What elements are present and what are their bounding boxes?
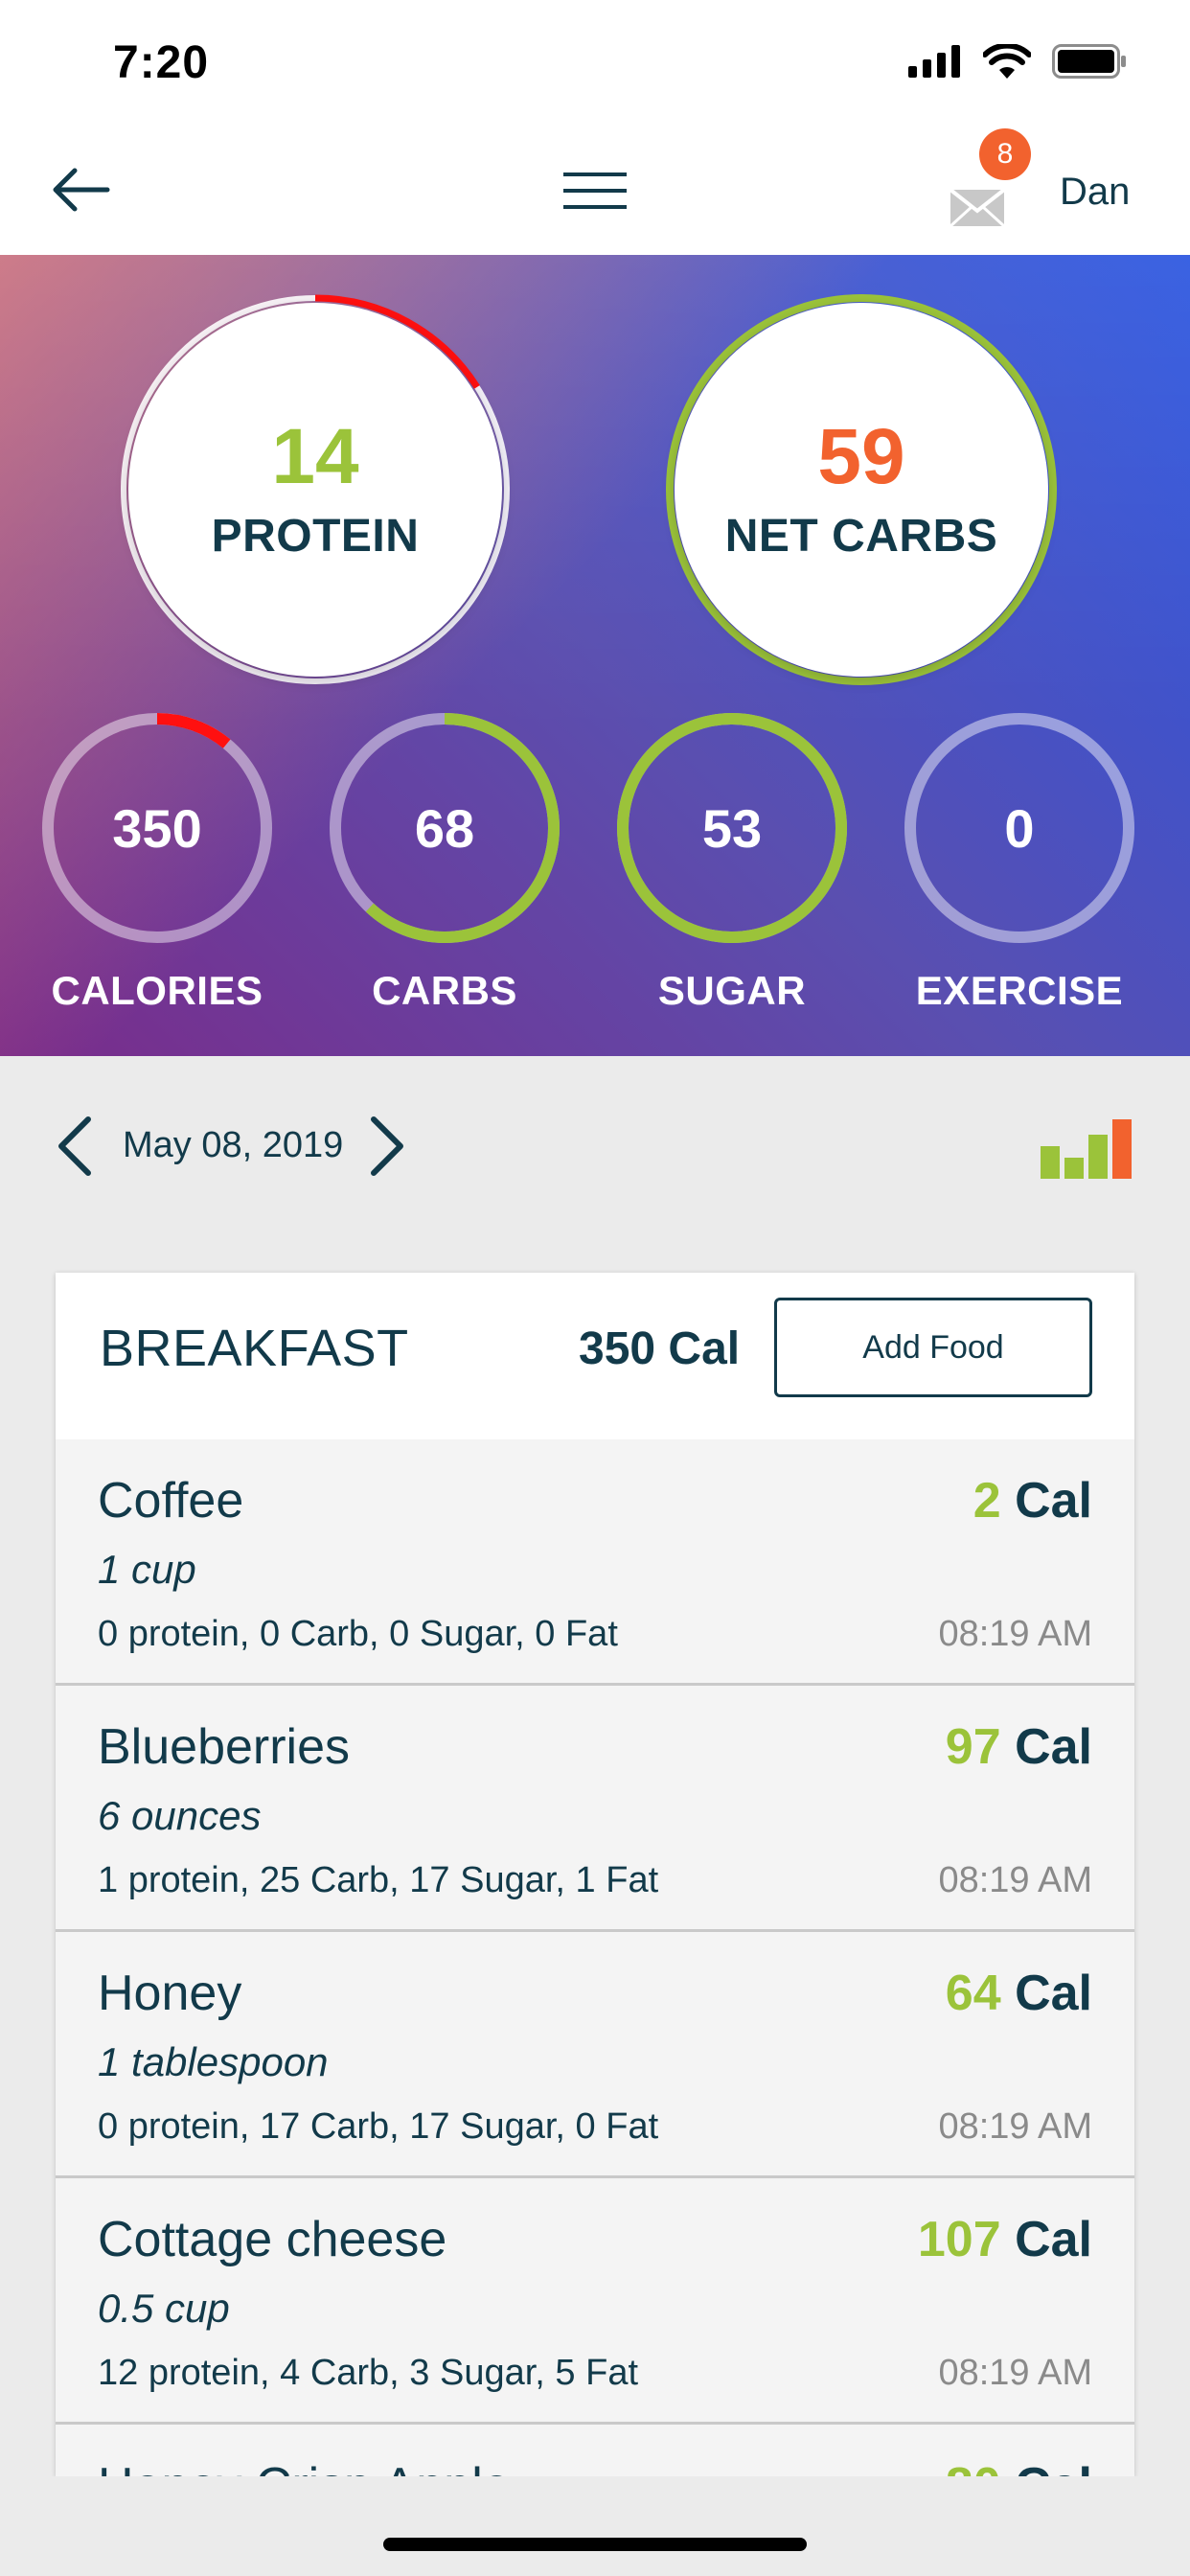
wifi-icon xyxy=(983,44,1031,79)
calories-value: 350 xyxy=(112,797,202,859)
food-calories: 97 Cal xyxy=(945,1719,1092,1775)
food-calories: 107 Cal xyxy=(917,2212,1092,2267)
food-portion: 1 cup xyxy=(98,1547,196,1592)
sugar-ring[interactable]: 53 xyxy=(615,711,849,945)
protein-value: 14 xyxy=(271,412,359,500)
food-macros: 12 protein, 4 Carb, 3 Sugar, 5 Fat xyxy=(98,2353,639,2393)
food-calories: 2 Cal xyxy=(973,1473,1092,1529)
carbs-value: 68 xyxy=(414,797,475,859)
food-item[interactable]: Cottage cheese 107 Cal 0.5 cup 12 protei… xyxy=(56,2178,1134,2425)
food-calories: 64 Cal xyxy=(945,1966,1092,2021)
net-carbs-label: NET CARBS xyxy=(724,510,998,562)
carbs-label: CARBS xyxy=(372,968,517,1013)
battery-icon xyxy=(1052,44,1126,79)
back-arrow-icon[interactable] xyxy=(48,163,115,217)
hamburger-menu-icon[interactable] xyxy=(563,171,627,211)
cellular-signal-icon xyxy=(908,45,960,78)
food-item[interactable]: Blueberries 97 Cal 6 ounces 1 protein, 2… xyxy=(56,1686,1134,1932)
food-name: Honey Crisp Apple xyxy=(98,2457,511,2476)
food-name: Coffee xyxy=(98,1473,244,1529)
food-list: Coffee 2 Cal 1 cup 0 protein, 0 Carb, 0 … xyxy=(56,1439,1134,2476)
calories-ring[interactable]: 350 xyxy=(40,711,274,945)
food-name: Honey xyxy=(98,1966,242,2021)
food-time: 08:19 AM xyxy=(938,2106,1092,2147)
food-item[interactable]: Honey Crisp Apple 80 Cal xyxy=(56,2425,1134,2476)
meal-title: BREAKFAST xyxy=(100,1320,409,1377)
food-macros: 0 protein, 0 Carb, 0 Sugar, 0 Fat xyxy=(98,1614,618,1654)
meal-header: BREAKFAST 350 Cal Add Food xyxy=(56,1273,1134,1439)
food-item[interactable]: Honey 64 Cal 1 tablespoon 0 protein, 17 … xyxy=(56,1932,1134,2178)
breakfast-card: BREAKFAST 350 Cal Add Food Coffee 2 Cal … xyxy=(56,1273,1134,2476)
food-macros: 0 protein, 17 Carb, 17 Sugar, 0 Fat xyxy=(98,2106,659,2147)
meal-calories: 350 Cal xyxy=(579,1323,741,1374)
add-food-button[interactable]: Add Food xyxy=(774,1298,1092,1397)
status-time: 7:20 xyxy=(113,37,210,88)
net-carbs-value: 59 xyxy=(817,412,905,500)
exercise-ring[interactable]: 0 xyxy=(903,711,1136,945)
home-area xyxy=(0,2476,1190,2576)
sugar-value: 53 xyxy=(701,797,763,859)
home-indicator[interactable] xyxy=(383,2538,807,2551)
food-time: 08:19 AM xyxy=(938,1860,1092,1900)
nutrition-summary: 14 PROTEIN 59 NET CARBS 350 CALORIES 68 … xyxy=(0,255,1190,1056)
chevron-right-icon[interactable] xyxy=(368,1116,406,1177)
chevron-left-icon[interactable] xyxy=(56,1116,94,1177)
protein-circle[interactable]: 14 PROTEIN xyxy=(119,293,512,686)
exercise-value: 0 xyxy=(1004,797,1035,859)
bar-chart-icon[interactable] xyxy=(1041,1119,1133,1179)
net-carbs-circle[interactable]: 59 NET CARBS xyxy=(665,293,1058,686)
user-name[interactable]: Dan xyxy=(1060,171,1130,214)
carbs-ring[interactable]: 68 xyxy=(328,711,561,945)
sugar-label: SUGAR xyxy=(657,968,807,1013)
protein-label: PROTEIN xyxy=(211,510,420,562)
food-macros: 1 protein, 25 Carb, 17 Sugar, 1 Fat xyxy=(98,1860,659,1900)
date-navigation: May 08, 2019 xyxy=(0,1056,1190,1238)
food-portion: 1 tablespoon xyxy=(98,2039,329,2084)
current-date[interactable]: May 08, 2019 xyxy=(123,1125,343,1166)
food-name: Blueberries xyxy=(98,1719,351,1775)
food-name: Cottage cheese xyxy=(98,2212,447,2267)
status-icons xyxy=(908,44,1127,79)
food-calories: 80 Cal xyxy=(946,2457,1092,2476)
status-bar: 7:20 xyxy=(0,0,1190,126)
food-time: 08:19 AM xyxy=(938,1614,1092,1654)
food-portion: 6 ounces xyxy=(98,1793,262,1838)
exercise-label: EXERCISE xyxy=(915,968,1124,1013)
food-time: 08:19 AM xyxy=(938,2353,1092,2393)
food-item[interactable]: Coffee 2 Cal 1 cup 0 protein, 0 Carb, 0 … xyxy=(56,1439,1134,1686)
food-portion: 0.5 cup xyxy=(98,2286,230,2331)
calories-label: CALORIES xyxy=(51,968,263,1013)
notification-badge: 8 xyxy=(979,128,1031,180)
